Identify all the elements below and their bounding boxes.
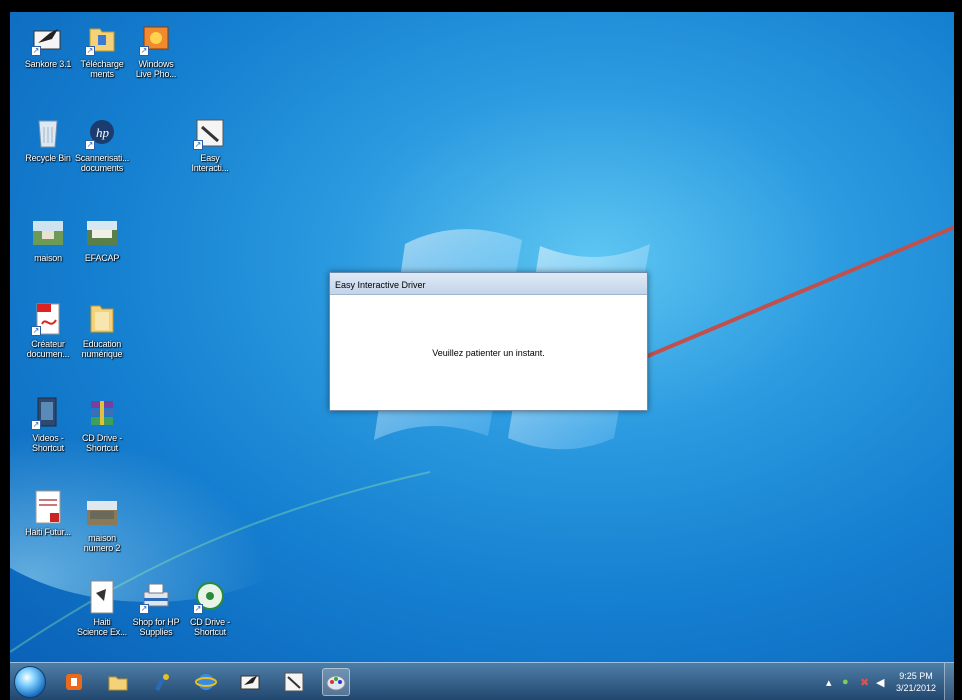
screen: ↗ Sankore 3.1 ↗ Télécharge ments ↗ Windo… [0,0,962,700]
taskbar: ▴ ● ✖ ◀ 9:25 PM 3/21/2012 [10,662,954,700]
desktop-icon-education-numerique[interactable]: Education numérique [70,302,134,382]
video-icon: ↗ [31,396,65,430]
show-desktop-button[interactable] [944,663,954,700]
winrar-icon [85,396,119,430]
photo-gallery-icon: ↗ [139,22,173,56]
photo-icon [85,216,119,250]
easy-interactive-icon[interactable] [280,668,308,696]
clock-time: 9:25 PM [899,671,933,681]
cd-drive-icon: ↗ [193,580,227,614]
start-button[interactable] [14,666,46,698]
desktop-icon-efacap[interactable]: EFACAP [70,216,134,296]
volume-muted-icon[interactable]: ✖ [860,676,869,689]
printer-icon: ↗ [139,580,173,614]
folder-icon: ↗ [85,22,119,56]
network-icon[interactable]: ● [842,676,849,688]
desktop-icon-easy-interactive[interactable]: ↗ Easy Interacti... [178,116,242,196]
desktop-icon-maison-numero-2[interactable]: maison numero 2 [70,496,134,576]
palette-icon[interactable] [322,668,350,696]
office-icon[interactable] [60,668,88,696]
paint-icon[interactable] [148,668,176,696]
volume-icon[interactable]: ◀ [876,676,884,689]
pdf-icon: ↗ [31,302,65,336]
clock-date: 3/21/2012 [895,683,936,693]
recycle-bin-icon [31,116,65,150]
sankore-icon[interactable] [236,668,264,696]
folder-icon [85,302,119,336]
desktop-icon-cd-drive-shortcut-2[interactable]: ↗ CD Drive - Shortcut [178,580,242,660]
sankore-icon: ↗ [31,22,65,56]
photo-icon [85,496,119,530]
easy-interactive-icon: ↗ [193,116,227,150]
dialog-title[interactable]: Easy Interactive Driver [330,273,647,295]
annotation-arrow-line [599,225,954,378]
easy-interactive-driver-dialog[interactable]: Easy Interactive Driver Veuillez patient… [329,272,648,411]
photo-icon [31,216,65,250]
desktop-icon-windows-live-photo[interactable]: ↗ Windows Live Pho... [124,22,188,102]
system-tray: ▴ ● ✖ ◀ 9:25 PM 3/21/2012 [814,663,954,700]
dialog-body: Veuillez patienter un instant. [330,295,647,410]
svg-text:hp: hp [96,125,110,140]
document-icon [85,580,119,614]
pdf-document-icon [31,490,65,524]
dialog-message: Veuillez patienter un instant. [432,347,545,358]
desktop-icon-cd-drive-shortcut-1[interactable]: CD Drive - Shortcut [70,396,134,476]
desktop-icon-scannerisation[interactable]: hp ↗ Scannerisati... documents [70,116,134,196]
internet-explorer-icon[interactable] [192,668,220,696]
explorer-icon[interactable] [104,668,132,696]
clock[interactable]: 9:25 PM 3/21/2012 [896,670,936,694]
hp-icon: hp ↗ [85,116,119,150]
show-hidden-icons-icon[interactable]: ▴ [826,676,832,689]
